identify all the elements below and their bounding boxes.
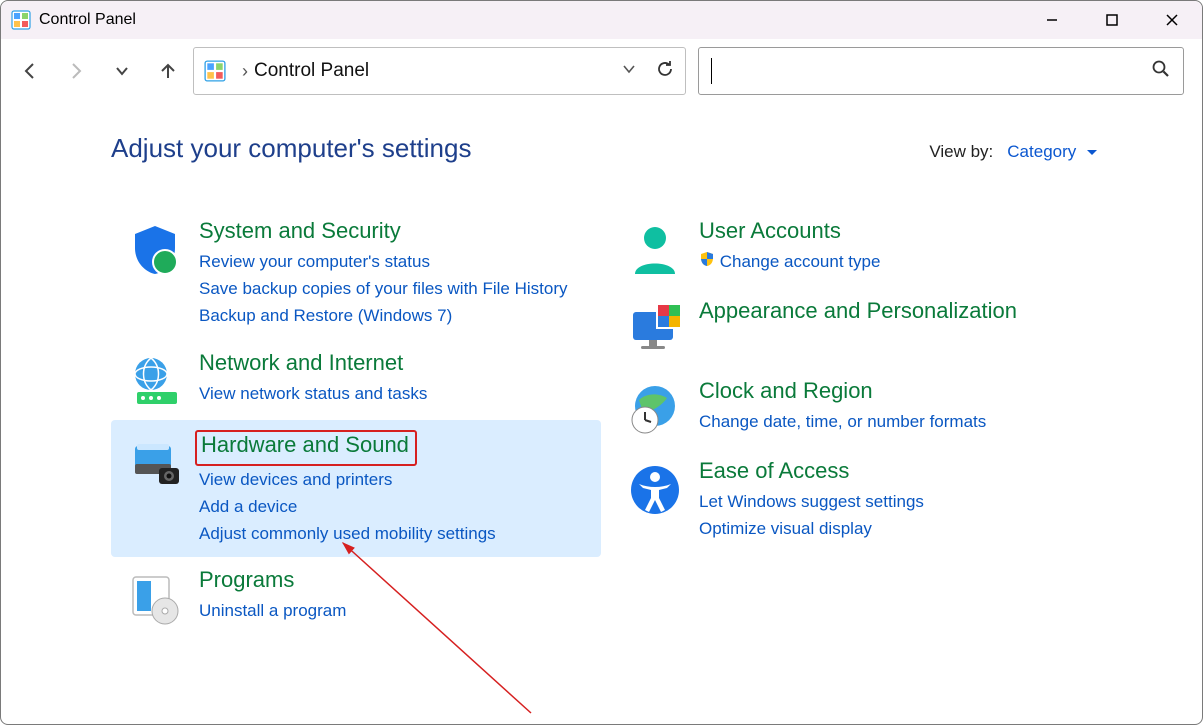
control-panel-icon (11, 10, 31, 30)
right-column: User Accounts Change account type (611, 208, 1101, 637)
address-bar[interactable]: › Control Panel (193, 47, 686, 95)
view-by-dropdown[interactable]: Category (1007, 142, 1097, 162)
close-button[interactable] (1142, 1, 1202, 39)
breadcrumb[interactable]: Control Panel (254, 60, 369, 82)
shield-icon (111, 218, 199, 278)
nav-buttons (19, 60, 193, 82)
category-programs[interactable]: Programs Uninstall a program (111, 557, 601, 637)
view-by-label: View by: (929, 142, 993, 162)
window-controls (1022, 1, 1202, 39)
category-hardware-sound[interactable]: Hardware and Sound View devices and prin… (111, 420, 601, 558)
sub-link[interactable]: Change account type (699, 248, 1101, 275)
search-box[interactable] (698, 47, 1184, 95)
chevron-right-icon[interactable]: › (242, 61, 248, 82)
programs-disc-icon (111, 567, 199, 627)
sub-link[interactable]: Let Windows suggest settings (699, 488, 1101, 515)
back-button[interactable] (19, 60, 41, 82)
sub-link[interactable]: Change date, time, or number formats (699, 408, 1101, 435)
sub-link-text: Change account type (720, 252, 881, 271)
window-title: Control Panel (39, 11, 136, 29)
category-title[interactable]: Clock and Region (699, 378, 1101, 404)
category-clock-region[interactable]: Clock and Region Change date, time, or n… (611, 368, 1101, 448)
left-column: System and Security Review your computer… (111, 208, 601, 637)
sub-link[interactable]: Backup and Restore (Windows 7) (199, 302, 601, 329)
uac-shield-icon (699, 252, 720, 271)
annotation-red-box: Hardware and Sound (195, 430, 417, 466)
view-by-value: Category (1007, 142, 1076, 161)
toolbar: › Control Panel (1, 39, 1202, 103)
chevron-down-icon (1087, 150, 1097, 155)
content-body: Adjust your computer's settings View by:… (1, 103, 1202, 637)
category-title[interactable]: Hardware and Sound (201, 432, 409, 458)
person-icon (611, 218, 699, 278)
category-columns: System and Security Review your computer… (111, 208, 1162, 637)
page-title: Adjust your computer's settings (111, 133, 471, 164)
category-title[interactable]: Ease of Access (699, 458, 1101, 484)
sub-link[interactable]: View devices and printers (199, 466, 601, 493)
search-icon[interactable] (1151, 59, 1171, 84)
category-network[interactable]: Network and Internet View network status… (111, 340, 601, 420)
sub-link[interactable]: Add a device (199, 493, 601, 520)
category-ease-access[interactable]: Ease of Access Let Windows suggest setti… (611, 448, 1101, 552)
globe-clock-icon (611, 378, 699, 438)
category-system-security[interactable]: System and Security Review your computer… (111, 208, 601, 340)
printer-camera-icon (111, 430, 199, 490)
category-user-accounts[interactable]: User Accounts Change account type (611, 208, 1101, 288)
recent-dropdown[interactable] (111, 60, 133, 82)
category-title[interactable]: User Accounts (699, 218, 1101, 244)
chevron-down-icon[interactable] (621, 61, 637, 82)
sub-link[interactable]: Optimize visual display (699, 515, 1101, 542)
accessibility-icon (611, 458, 699, 518)
forward-button[interactable] (65, 60, 87, 82)
sub-link[interactable]: Review your computer's status (199, 248, 601, 275)
category-title[interactable]: System and Security (199, 218, 601, 244)
category-title[interactable]: Appearance and Personalization (699, 298, 1101, 324)
control-panel-window: Control Panel (0, 0, 1203, 725)
up-button[interactable] (157, 60, 179, 82)
category-title[interactable]: Programs (199, 567, 601, 593)
view-by: View by: Category (929, 142, 1162, 162)
header-row: Adjust your computer's settings View by:… (111, 133, 1162, 164)
sub-link[interactable]: Uninstall a program (199, 597, 601, 624)
category-title[interactable]: Network and Internet (199, 350, 601, 376)
globe-modem-icon (111, 350, 199, 410)
sub-link[interactable]: Save backup copies of your files with Fi… (199, 275, 601, 302)
refresh-button[interactable] (655, 59, 675, 84)
control-panel-icon (204, 60, 226, 82)
search-input[interactable] (712, 60, 1151, 82)
category-appearance[interactable]: Appearance and Personalization (611, 288, 1101, 368)
minimize-button[interactable] (1022, 1, 1082, 39)
display-grid-icon (611, 298, 699, 358)
sub-link[interactable]: View network status and tasks (199, 380, 601, 407)
maximize-button[interactable] (1082, 1, 1142, 39)
sub-link[interactable]: Adjust commonly used mobility settings (199, 520, 601, 547)
titlebar: Control Panel (1, 1, 1202, 39)
